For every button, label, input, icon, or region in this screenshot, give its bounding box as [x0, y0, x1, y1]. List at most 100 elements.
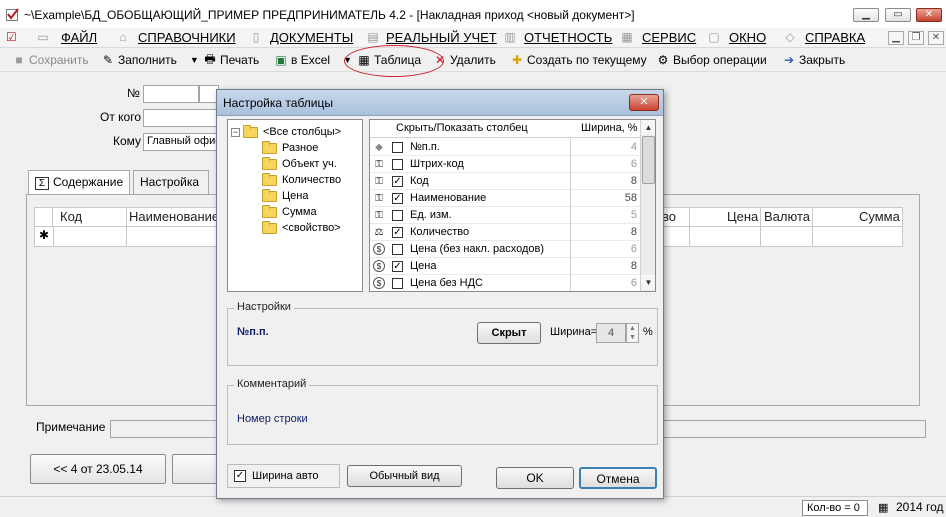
mdi-restore-button[interactable]: ❐ [908, 31, 924, 45]
auto-width-option[interactable]: ✓ Ширина авто [227, 464, 340, 488]
create-from-current-button[interactable]: ✚ Создать по текущему [510, 52, 647, 68]
list-item[interactable]: ⚿ Ед. изм. 5 [370, 207, 640, 224]
box-icon: ▤ [367, 30, 379, 44]
tab-settings[interactable]: Настройка [133, 170, 209, 194]
menu-real-accounting[interactable]: РЕАЛЬНЫЙ УЧЕТ [386, 30, 497, 45]
column-visible-checkbox[interactable] [392, 142, 403, 153]
select-operation-button[interactable]: ⚙ Выбор операции [656, 52, 767, 68]
list-item[interactable]: ◆ №п.п. 4 [370, 139, 640, 156]
list-item[interactable]: ⚿ ✓ Наименование 58 [370, 190, 640, 207]
cancel-button[interactable]: Отмена [579, 467, 657, 489]
tree-node[interactable]: <свойство> [262, 220, 341, 236]
tab-content-label: Содержание [53, 175, 124, 189]
row-divider [689, 227, 690, 246]
column-header-currency[interactable]: Валюта [764, 209, 810, 224]
tree-node-label: <Все столбцы> [263, 126, 342, 138]
tree-node[interactable]: − <Все столбцы> [231, 124, 341, 140]
menu-help[interactable]: СПРАВКА [805, 30, 865, 45]
tree-node-label: <свойство> [282, 222, 341, 234]
tree-node[interactable]: Разное [262, 140, 318, 156]
menu-file[interactable]: ФАЙЛ [61, 30, 97, 45]
close-window-button[interactable]: ✕ [916, 8, 942, 22]
hidden-toggle-button[interactable]: Скрыт [477, 322, 541, 344]
column-width-value[interactable]: 8 [570, 258, 640, 275]
column-visible-checkbox[interactable] [392, 278, 403, 289]
list-item[interactable]: $ Цена (без накл. расходов) 6 [370, 241, 640, 258]
dialog-title-bar: Настройка таблицы ✕ [217, 90, 663, 116]
normal-view-button[interactable]: Обычный вид [347, 465, 462, 487]
previous-document-button[interactable]: << 4 от 23.05.14 [30, 454, 166, 484]
window-title: ~\Example\БД_ОБОБЩАЮЩИЙ_ПРИМЕР ПРЕДПРИНИ… [24, 8, 635, 22]
status-bar: Кол-во = 0 ▦ 2014 год [0, 496, 946, 517]
list-item[interactable]: ⚿ Штрих-код 6 [370, 156, 640, 173]
dialog-close-button[interactable]: ✕ [629, 94, 659, 111]
list-item[interactable]: ⚖ ✓ Количество 8 [370, 224, 640, 241]
number-label: № [127, 86, 140, 100]
diamond-icon: ◆ [375, 142, 383, 153]
keyboard-icon: ▦ [621, 30, 633, 44]
column-visible-checkbox[interactable] [392, 244, 403, 255]
column-visible-checkbox[interactable] [392, 159, 403, 170]
auto-width-label: Ширина авто [252, 470, 319, 482]
printer-icon: 🖶 [204, 51, 216, 66]
width-input[interactable]: 4 [596, 323, 626, 343]
collapse-icon[interactable]: − [231, 127, 240, 137]
column-width-value[interactable]: 6 [570, 275, 640, 291]
column-width-value[interactable]: 6 [570, 156, 640, 173]
tree-node[interactable]: Сумма [262, 204, 317, 220]
tab-content[interactable]: Σ Содержание [28, 170, 130, 194]
column-header-quantity[interactable]: во [662, 209, 676, 224]
menu-documents[interactable]: ДОКУМЕНТЫ [270, 30, 353, 45]
scroll-down-icon[interactable]: ▼ [641, 275, 655, 290]
column-header-price[interactable]: Цена [727, 209, 758, 224]
menu-reports[interactable]: ОТЧЕТНОСТЬ [524, 30, 612, 45]
ok-button[interactable]: OK [496, 467, 574, 489]
number-field[interactable] [143, 85, 199, 103]
menu-window[interactable]: ОКНО [729, 30, 766, 45]
next-document-button[interactable] [172, 454, 220, 484]
column-visible-checkbox[interactable] [392, 210, 403, 221]
mdi-minimize-button[interactable]: ▁ [888, 31, 904, 45]
to-field[interactable]: Главный офис [143, 133, 219, 151]
maximize-button[interactable]: ▭ [885, 8, 911, 22]
column-header-sum[interactable]: Сумма [859, 209, 900, 224]
list-item[interactable]: $ ✓ Цена 8 [370, 258, 640, 275]
column-width-value[interactable]: 5 [570, 207, 640, 224]
width-spinner[interactable]: ▲ ▼ [626, 323, 639, 343]
tree-node[interactable]: Объект уч. [262, 156, 337, 172]
delete-label: Удалить [450, 53, 496, 67]
scroll-thumb[interactable] [642, 136, 655, 184]
app-icon [6, 8, 19, 21]
close-button[interactable]: ➔ Закрыть [782, 52, 845, 68]
column-header-code[interactable]: Код [60, 209, 82, 224]
save-button[interactable]: ■ Сохранить [12, 52, 88, 68]
column-visible-checkbox[interactable]: ✓ [392, 227, 403, 238]
column-width-value[interactable]: 8 [570, 224, 640, 241]
vertical-scrollbar[interactable]: ▲ ▼ [640, 120, 655, 291]
menu-service[interactable]: СЕРВИС [642, 30, 696, 45]
tree-node[interactable]: Количество [262, 172, 341, 188]
print-button[interactable]: 🖶 Печать [203, 52, 259, 68]
minimize-button[interactable]: ▁ [853, 8, 879, 22]
menu-references[interactable]: СПРАВОЧНИКИ [138, 30, 236, 45]
fill-button[interactable]: ✎ Заполнить ▼ [101, 52, 199, 68]
scroll-up-icon[interactable]: ▲ [641, 120, 655, 135]
column-visible-checkbox[interactable]: ✓ [392, 193, 403, 204]
help-icon: ◇ [785, 30, 795, 44]
column-width-value[interactable]: 4 [570, 139, 640, 156]
from-field[interactable] [143, 109, 219, 127]
dropdown-arrow-icon[interactable]: ▼ [190, 55, 199, 65]
mdi-close-button[interactable]: ✕ [928, 31, 944, 45]
column-visible-checkbox[interactable]: ✓ [392, 176, 403, 187]
list-item[interactable]: ⚿ ✓ Код 8 [370, 173, 640, 190]
list-item[interactable]: $ Цена без НДС 6 [370, 275, 640, 291]
excel-button[interactable]: ▣ в Excel ▼ [274, 52, 352, 68]
folder-icon [262, 188, 277, 202]
column-width-value[interactable]: 8 [570, 173, 640, 190]
auto-width-checkbox[interactable]: ✓ [234, 470, 246, 482]
column-width-value[interactable]: 58 [570, 190, 640, 207]
column-width-value[interactable]: 6 [570, 241, 640, 258]
column-header-name[interactable]: Наименование [129, 209, 219, 224]
tree-node[interactable]: Цена [262, 188, 308, 204]
column-visible-checkbox[interactable]: ✓ [392, 261, 403, 272]
